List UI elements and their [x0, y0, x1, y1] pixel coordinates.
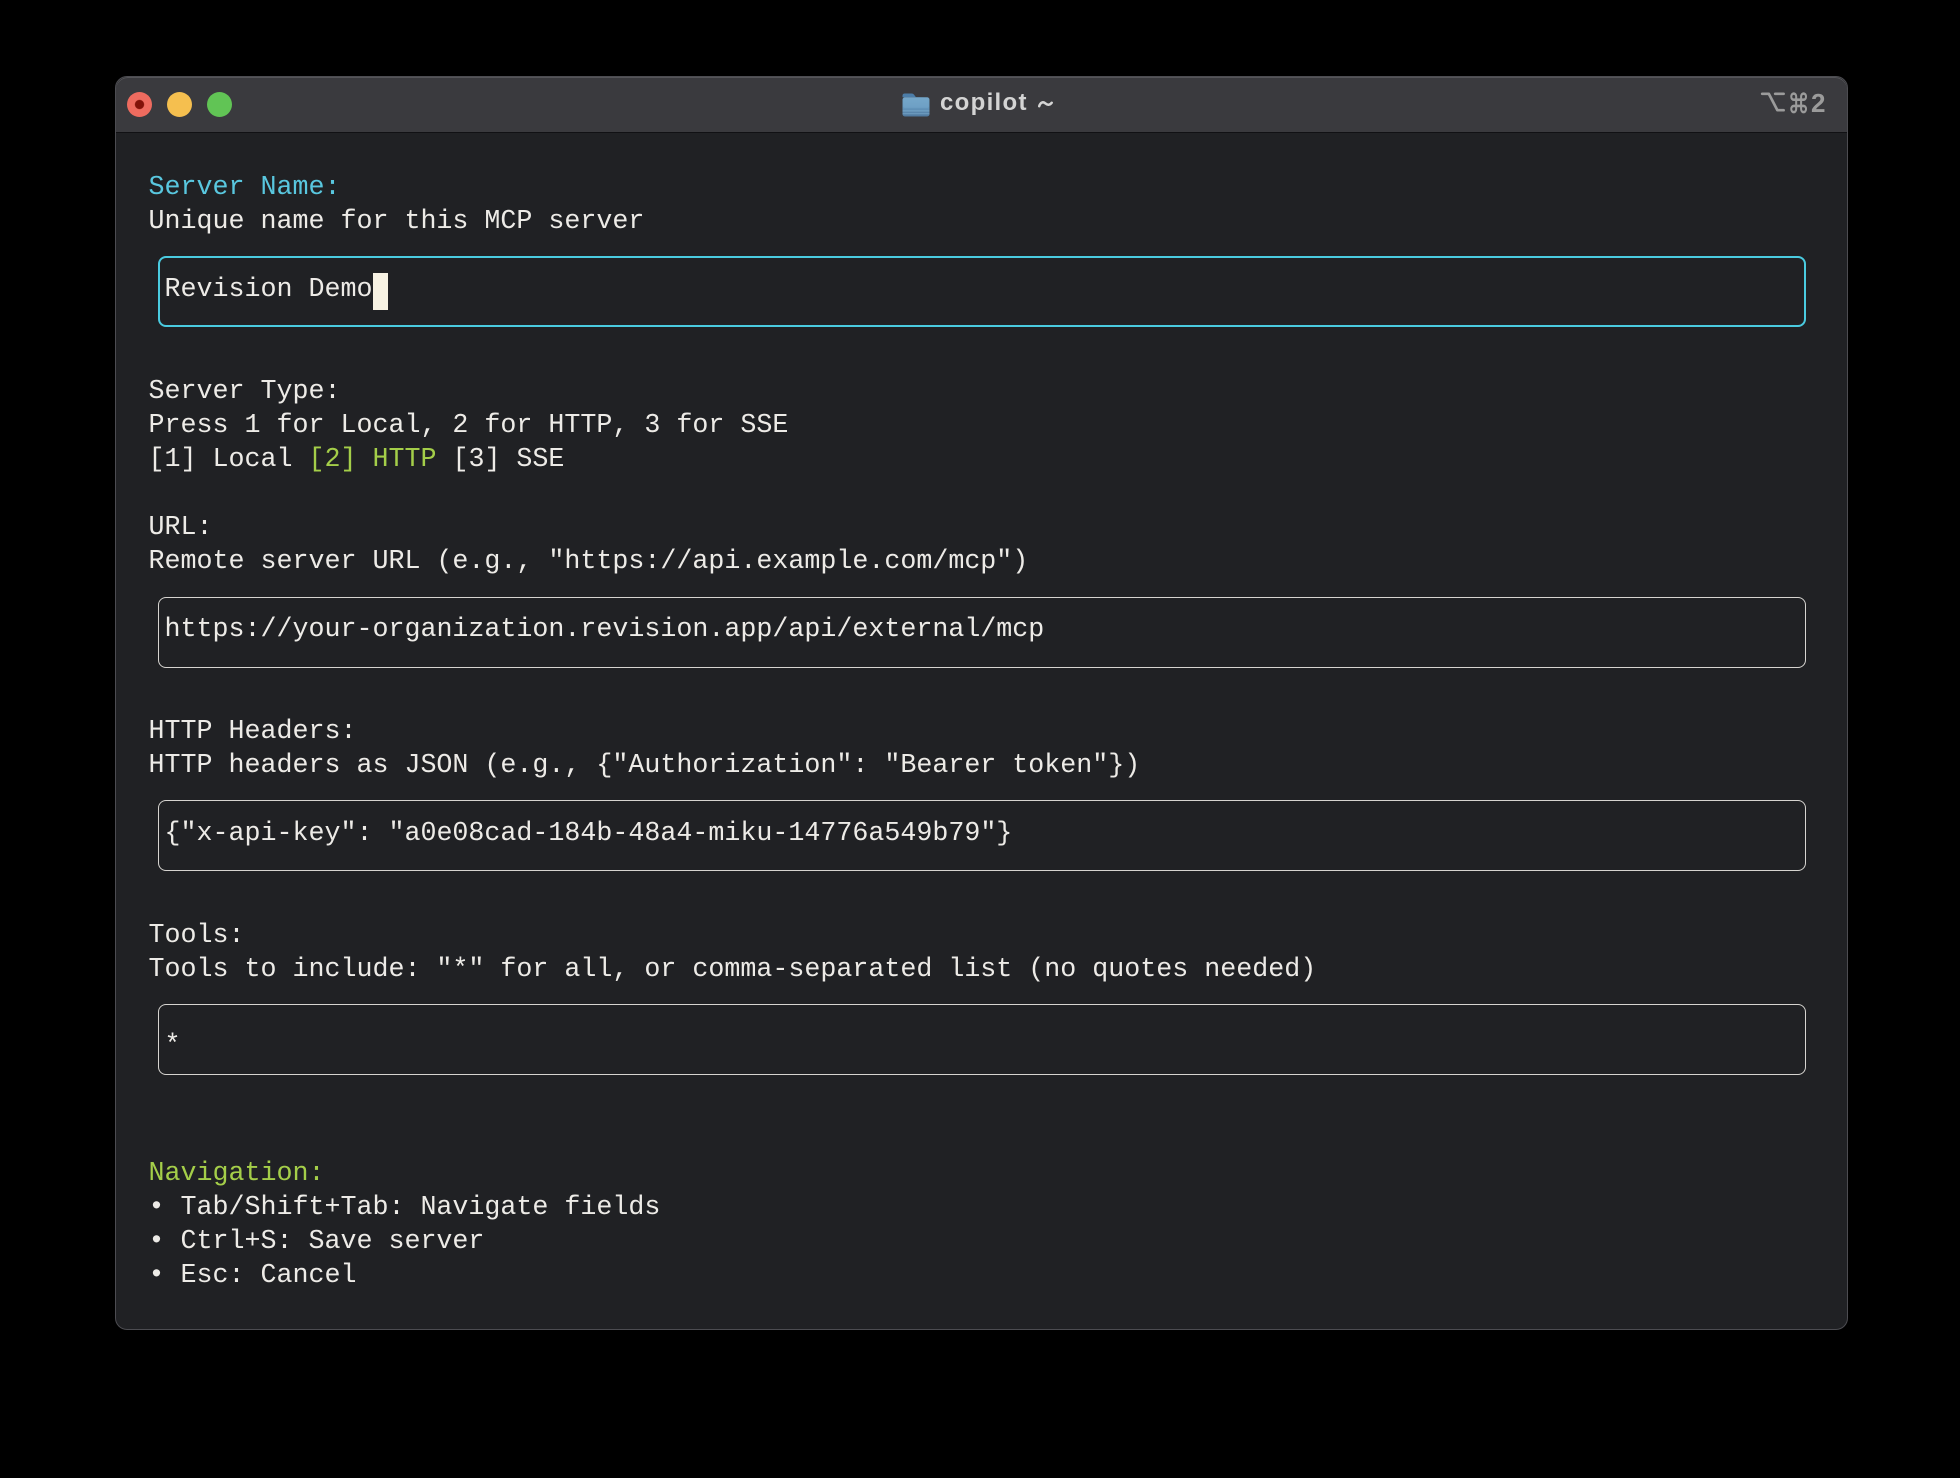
svg-text:2: 2: [1811, 88, 1825, 118]
